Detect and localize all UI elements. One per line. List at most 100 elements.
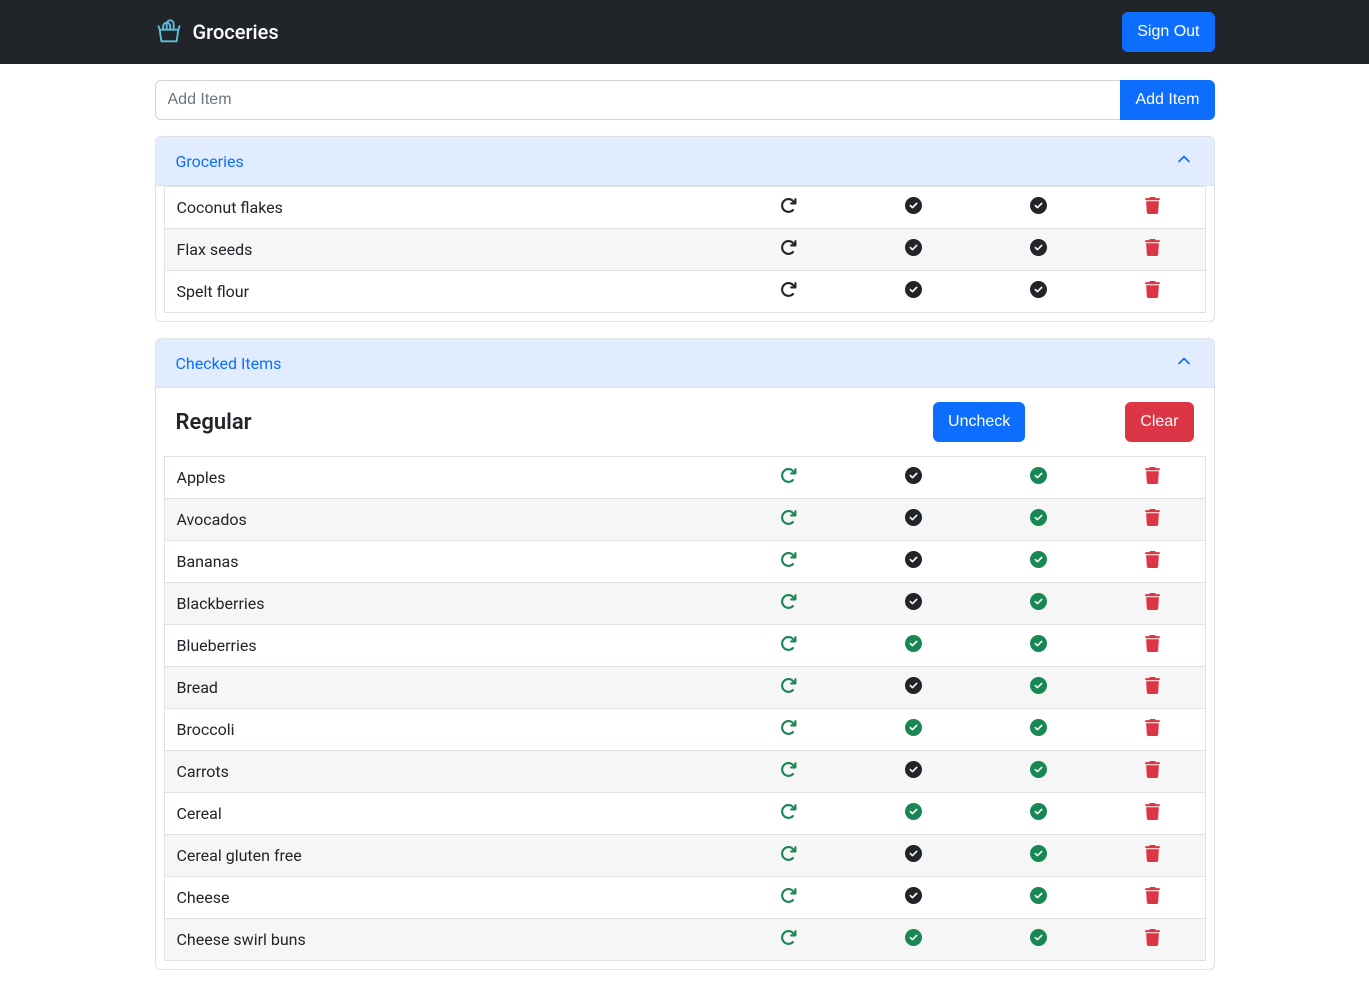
check-icon[interactable] <box>1030 239 1047 256</box>
trash-icon[interactable] <box>1144 281 1161 298</box>
groceries-table: Coconut flakesFlax seedsSpelt flour <box>164 186 1206 313</box>
trash-icon[interactable] <box>1144 845 1161 862</box>
checked-table: ApplesAvocadosBananasBlackberriesBlueber… <box>164 456 1206 961</box>
redo-icon[interactable] <box>780 509 797 526</box>
item-name: Cereal gluten free <box>164 835 726 877</box>
trash-icon[interactable] <box>1144 719 1161 736</box>
chevron-up-icon <box>1174 351 1194 375</box>
redo-icon[interactable] <box>780 803 797 820</box>
check-icon[interactable] <box>905 467 922 484</box>
trash-icon[interactable] <box>1144 929 1161 946</box>
table-row: Cheese <box>164 877 1205 919</box>
item-name: Cereal <box>164 793 726 835</box>
redo-icon[interactable] <box>780 551 797 568</box>
check-icon[interactable] <box>1030 197 1047 214</box>
check-icon[interactable] <box>905 593 922 610</box>
regular-title: Regular <box>176 410 252 435</box>
groceries-header-title: Groceries <box>176 152 244 171</box>
trash-icon[interactable] <box>1144 551 1161 568</box>
table-row: Bananas <box>164 541 1205 583</box>
chevron-up-icon <box>1174 149 1194 173</box>
check-icon[interactable] <box>905 239 922 256</box>
item-name: Spelt flour <box>164 271 726 313</box>
check-icon[interactable] <box>905 281 922 298</box>
item-name: Carrots <box>164 751 726 793</box>
table-row: Broccoli <box>164 709 1205 751</box>
check-icon[interactable] <box>1030 281 1047 298</box>
redo-icon[interactable] <box>780 761 797 778</box>
redo-icon[interactable] <box>780 929 797 946</box>
check-icon[interactable] <box>905 929 922 946</box>
table-row: Apples <box>164 457 1205 499</box>
redo-icon[interactable] <box>780 887 797 904</box>
check-icon[interactable] <box>1030 551 1047 568</box>
check-icon[interactable] <box>1030 593 1047 610</box>
redo-icon[interactable] <box>780 677 797 694</box>
check-icon[interactable] <box>905 197 922 214</box>
trash-icon[interactable] <box>1144 467 1161 484</box>
check-icon[interactable] <box>905 887 922 904</box>
redo-icon[interactable] <box>780 635 797 652</box>
item-name: Apples <box>164 457 726 499</box>
check-icon[interactable] <box>1030 719 1047 736</box>
check-icon[interactable] <box>1030 761 1047 778</box>
redo-icon[interactable] <box>780 719 797 736</box>
checked-header-title: Checked Items <box>176 354 282 373</box>
check-icon[interactable] <box>1030 467 1047 484</box>
redo-icon[interactable] <box>780 467 797 484</box>
trash-icon[interactable] <box>1144 761 1161 778</box>
check-icon[interactable] <box>1030 803 1047 820</box>
trash-icon[interactable] <box>1144 509 1161 526</box>
check-icon[interactable] <box>905 509 922 526</box>
item-name: Flax seeds <box>164 229 726 271</box>
uncheck-button[interactable]: Uncheck <box>933 402 1025 442</box>
groceries-card: Groceries Coconut flakesFlax seedsSpelt … <box>155 136 1215 322</box>
basket-icon <box>155 18 183 46</box>
trash-icon[interactable] <box>1144 197 1161 214</box>
check-icon[interactable] <box>1030 845 1047 862</box>
trash-icon[interactable] <box>1144 593 1161 610</box>
brand[interactable]: Groceries <box>155 18 279 46</box>
trash-icon[interactable] <box>1144 677 1161 694</box>
add-item-button[interactable]: Add Item <box>1120 80 1214 120</box>
redo-icon[interactable] <box>780 593 797 610</box>
table-row: Carrots <box>164 751 1205 793</box>
check-icon[interactable] <box>905 635 922 652</box>
check-icon[interactable] <box>1030 677 1047 694</box>
table-row: Bread <box>164 667 1205 709</box>
item-name: Avocados <box>164 499 726 541</box>
check-icon[interactable] <box>1030 509 1047 526</box>
redo-icon[interactable] <box>780 239 797 256</box>
redo-icon[interactable] <box>780 197 797 214</box>
checked-card: Checked Items Regular Uncheck Clear Appl… <box>155 338 1215 970</box>
groceries-header[interactable]: Groceries <box>156 137 1214 186</box>
check-icon[interactable] <box>905 761 922 778</box>
check-icon[interactable] <box>905 551 922 568</box>
table-row: Flax seeds <box>164 229 1205 271</box>
signout-button[interactable]: Sign Out <box>1122 12 1214 52</box>
item-name: Broccoli <box>164 709 726 751</box>
checked-header[interactable]: Checked Items <box>156 339 1214 388</box>
trash-icon[interactable] <box>1144 239 1161 256</box>
trash-icon[interactable] <box>1144 635 1161 652</box>
check-icon[interactable] <box>1030 929 1047 946</box>
trash-icon[interactable] <box>1144 803 1161 820</box>
check-icon[interactable] <box>905 677 922 694</box>
table-row: Coconut flakes <box>164 187 1205 229</box>
item-name: Cheese swirl buns <box>164 919 726 961</box>
navbar: Groceries Sign Out <box>0 0 1369 64</box>
redo-icon[interactable] <box>780 281 797 298</box>
table-row: Avocados <box>164 499 1205 541</box>
check-icon[interactable] <box>1030 887 1047 904</box>
item-name: Blueberries <box>164 625 726 667</box>
check-icon[interactable] <box>905 803 922 820</box>
check-icon[interactable] <box>905 719 922 736</box>
item-name: Cheese <box>164 877 726 919</box>
trash-icon[interactable] <box>1144 887 1161 904</box>
add-item-input[interactable] <box>155 80 1121 120</box>
clear-button[interactable]: Clear <box>1125 402 1193 442</box>
check-icon[interactable] <box>905 845 922 862</box>
redo-icon[interactable] <box>780 845 797 862</box>
table-row: Cereal gluten free <box>164 835 1205 877</box>
check-icon[interactable] <box>1030 635 1047 652</box>
